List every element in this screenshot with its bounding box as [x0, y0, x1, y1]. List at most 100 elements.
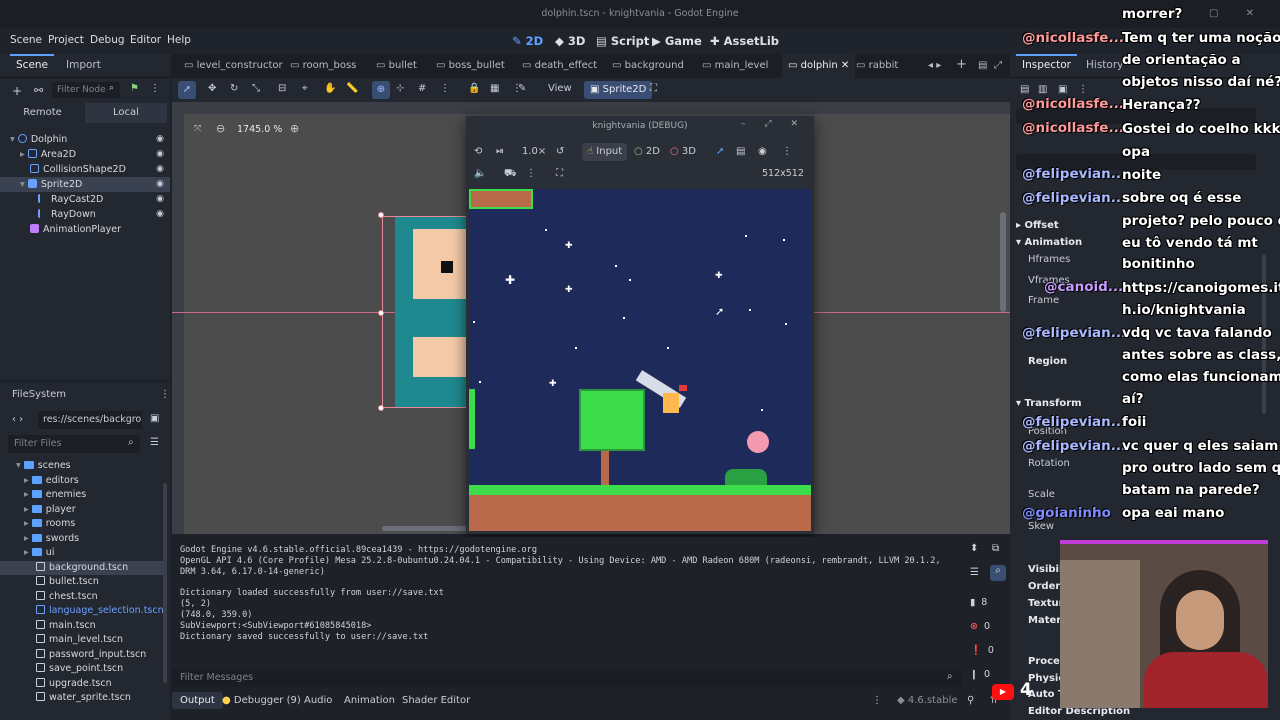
- folder-editors[interactable]: ▸ editors: [0, 474, 166, 489]
- resize-handle[interactable]: [378, 212, 384, 218]
- more-icon[interactable]: ⛶: [650, 83, 657, 94]
- node-animationplayer[interactable]: AnimationPlayer: [0, 222, 170, 237]
- messages-count[interactable]: ▮ 8: [970, 597, 987, 608]
- file-upgrade[interactable]: upgrade.tscn: [0, 677, 166, 692]
- local-tab[interactable]: Local: [85, 103, 167, 123]
- filter-files-input[interactable]: Filter Files: [8, 435, 140, 453]
- camera-icon[interactable]: ◉: [758, 146, 767, 157]
- visibility-icon[interactable]: ◉: [156, 147, 164, 162]
- visibility-icon[interactable]: ◉: [156, 207, 164, 222]
- input-toggle[interactable]: ☝ Input: [582, 143, 628, 161]
- more-icon[interactable]: ⋮: [872, 695, 882, 706]
- scene-tab-background[interactable]: ▭ background: [612, 60, 684, 71]
- visibility-icon[interactable]: ◉: [156, 132, 164, 147]
- ruler-tool-icon[interactable]: ⊟: [278, 83, 286, 94]
- node-dolphin[interactable]: ▾ Dolphin ◉: [0, 132, 170, 147]
- nav-back-icon[interactable]: ‹ ›: [12, 414, 23, 425]
- filter-icon[interactable]: ☰: [970, 567, 979, 578]
- node-area2d[interactable]: ▸ Area2D ◉: [0, 147, 170, 162]
- file-main[interactable]: main.tscn: [0, 619, 166, 634]
- speed-value[interactable]: 1.0×: [522, 146, 546, 157]
- file-main-level[interactable]: main_level.tscn: [0, 633, 166, 648]
- scale-tool-icon[interactable]: ⤡: [252, 83, 260, 94]
- scene-tab-level-constructor[interactable]: ▭ level_constructor: [184, 60, 283, 71]
- menu-help[interactable]: Help: [167, 34, 191, 46]
- add-node-icon[interactable]: +: [12, 84, 22, 98]
- visibility-icon[interactable]: ◉: [156, 177, 164, 192]
- link-icon[interactable]: ⚯: [34, 84, 43, 97]
- more-icon[interactable]: ⋮: [782, 146, 792, 157]
- folder-rooms[interactable]: ▸ rooms: [0, 517, 166, 532]
- split-icon[interactable]: ▣: [150, 413, 159, 424]
- tab-scroll-icon[interactable]: ◂ ▸: [928, 60, 941, 71]
- close-icon[interactable]: ✕: [841, 60, 849, 71]
- editor-count[interactable]: ❙ 0: [970, 669, 990, 680]
- sort-icon[interactable]: ☰: [150, 437, 159, 448]
- tab-shader-editor[interactable]: Shader Editor: [402, 695, 470, 706]
- sprite2d-menu[interactable]: ▣ Sprite2D: [584, 81, 653, 99]
- node-raydown[interactable]: RayDown ◉: [0, 207, 170, 222]
- scene-tab-rabbit[interactable]: ▭ rabbit: [856, 60, 898, 71]
- folder-swords[interactable]: ▸ swords: [0, 532, 166, 547]
- folder-enemies[interactable]: ▸ enemies: [0, 488, 166, 503]
- resize-handle[interactable]: [378, 405, 384, 411]
- grid-snap-icon[interactable]: #: [418, 83, 426, 94]
- tab-output[interactable]: Output: [172, 692, 223, 709]
- tab-debugger[interactable]: ● Debugger (9): [222, 695, 301, 706]
- file-background[interactable]: background.tscn: [0, 560, 166, 575]
- vertical-scrollbar[interactable]: [1000, 212, 1006, 312]
- file-chest[interactable]: chest.tscn: [0, 590, 166, 605]
- pivot-tool-icon[interactable]: ⌖: [302, 83, 308, 94]
- scene-script-icon[interactable]: ⚑: [130, 83, 139, 94]
- sprite-selection[interactable]: [382, 216, 467, 408]
- scene-tab-room-boss[interactable]: ▭ room_boss: [290, 60, 356, 71]
- zoom-out-icon[interactable]: ⊖: [216, 122, 225, 135]
- fullscreen-icon[interactable]: ⛶: [556, 168, 563, 179]
- zoom-level[interactable]: 1745.0 %: [237, 124, 282, 135]
- rotate-tool-icon[interactable]: ↻: [230, 83, 238, 94]
- file-password-input[interactable]: password_input.tscn: [0, 648, 166, 663]
- scene-tab-bullet[interactable]: ▭ bullet: [376, 60, 417, 71]
- menu-project[interactable]: Project: [48, 34, 84, 46]
- pause-icon[interactable]: ⏯: [496, 146, 504, 157]
- filter-messages-input[interactable]: Filter Messages: [172, 669, 962, 687]
- 2d-toggle[interactable]: ○ 2D: [634, 146, 660, 157]
- scene-tab-dolphin[interactable]: ▭ dolphin ✕: [782, 54, 856, 78]
- mode-script[interactable]: ▤ Script: [596, 34, 649, 48]
- menu-debug[interactable]: Debug: [90, 34, 125, 46]
- reset-icon[interactable]: ↺: [556, 146, 564, 157]
- tab-audio[interactable]: Audio: [304, 695, 332, 706]
- pan-tool-icon[interactable]: ✋: [324, 83, 336, 94]
- fs-scrollbar[interactable]: [163, 483, 167, 683]
- node-collisionshape2d[interactable]: CollisionShape2D ◉: [0, 162, 170, 177]
- horizontal-scrollbar[interactable]: [382, 526, 472, 531]
- tab-animation[interactable]: Animation: [344, 695, 395, 706]
- select-tool-icon[interactable]: ➚: [178, 81, 196, 99]
- warnings-count[interactable]: ❗ 0: [970, 645, 994, 656]
- scene-list-icon[interactable]: ▤: [978, 60, 987, 71]
- view-menu[interactable]: View: [548, 83, 572, 94]
- path-field[interactable]: res://scenes/backgro: [38, 411, 142, 429]
- visibility-icon[interactable]: ◉: [156, 162, 164, 177]
- visibility-icon[interactable]: ◉: [156, 192, 164, 207]
- bone-icon[interactable]: ✎: [518, 83, 526, 94]
- game-canvas[interactable]: ✚ ✚ ✚ ✚ ✚ ➚: [469, 189, 811, 531]
- ruler-icon[interactable]: 📏: [346, 83, 358, 94]
- node-sprite2d[interactable]: ▾ Sprite2D ◉: [0, 177, 170, 192]
- group-icon[interactable]: ▦: [490, 83, 499, 94]
- 3d-toggle[interactable]: ○ 3D: [670, 146, 696, 157]
- node-raycast2d[interactable]: RayCast2D ◉: [0, 192, 170, 207]
- tab-import[interactable]: Import: [66, 59, 101, 71]
- errors-count[interactable]: ⊗ 0: [970, 621, 990, 632]
- clear-output-icon[interactable]: ⬍: [970, 543, 978, 554]
- remote-tab[interactable]: Remote: [0, 103, 85, 123]
- new-tab-icon[interactable]: +: [956, 57, 967, 72]
- file-save-point[interactable]: save_point.tscn: [0, 662, 166, 677]
- game-debug-window[interactable]: knightvania (DEBUG) – ⤢ ✕ ⟲ ⏯ 1.0× ↺ ☝ I…: [466, 116, 814, 534]
- more-icon[interactable]: ⋮: [150, 83, 160, 94]
- mode-assetlib[interactable]: ✚ AssetLib: [710, 34, 779, 48]
- file-language-selection[interactable]: language_selection.tscn: [0, 604, 166, 619]
- move-tool-icon[interactable]: ✥: [208, 83, 216, 94]
- snap-icon[interactable]: ⊕: [372, 81, 390, 99]
- audio-icon[interactable]: 🔈: [474, 168, 486, 179]
